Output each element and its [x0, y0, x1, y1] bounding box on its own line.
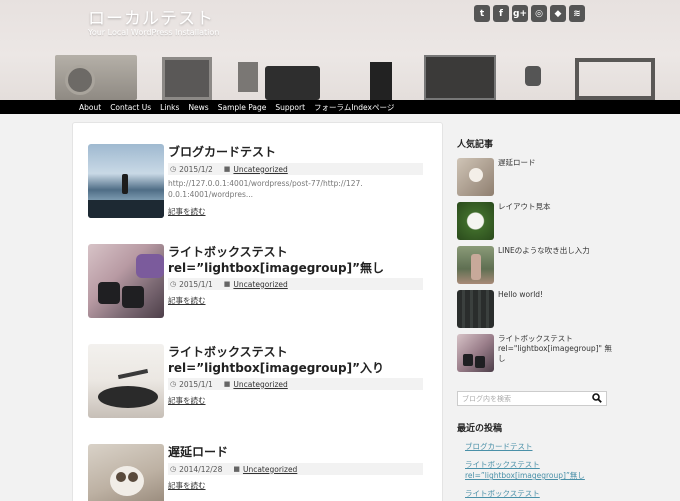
site-header: ローカルテスト Your Local WordPress Installatio… [0, 0, 680, 100]
post-date: 2014/12/28 [179, 464, 223, 474]
popular-label[interactable]: Hello world! [498, 290, 616, 300]
post-item: ライトボックステスト rel=”lightbox[imagegroup]”無し … [88, 244, 433, 324]
post-meta: ◷ 2015/1/1 ■ Uncategorized [168, 278, 423, 290]
popular-item[interactable]: 遅延ロード [457, 158, 617, 196]
feedly-icon[interactable]: ◆ [550, 5, 566, 22]
post-title[interactable]: ライトボックステスト rel=”lightbox[imagegroup]”入り [168, 344, 433, 376]
post-date: 2015/1/1 [179, 379, 213, 389]
post-meta: ◷ 2014/12/28 ■ Uncategorized [168, 463, 423, 475]
post-list: ブログカードテスト ◷ 2015/1/2 ■ Uncategorized htt… [72, 122, 443, 501]
nav-items: About Contact Us Links News Sample Page Suppo… [79, 100, 394, 114]
main-nav: About Contact Us Links News Sample Page Suppo… [0, 100, 680, 114]
nav-item[interactable]: Sample Page [218, 103, 267, 112]
header-photo-part6 [525, 66, 541, 86]
search-box[interactable]: ブログ内を検索 [457, 391, 607, 406]
nav-item[interactable]: Support [275, 103, 305, 112]
post-title[interactable]: ライトボックステスト rel=”lightbox[imagegroup]”無し [168, 244, 433, 276]
popular-thumbnail[interactable] [457, 334, 494, 372]
clock-icon: ◷ [170, 280, 177, 288]
header-photo-lens [65, 65, 95, 95]
post-title[interactable]: 遅延ロード [168, 444, 433, 460]
post-excerpt: http://127.0.0.1:4001/wordpress/post-77/… [168, 179, 363, 199]
recent-item[interactable]: ブログカードテスト [465, 441, 605, 452]
site-title[interactable]: ローカルテスト [88, 4, 214, 29]
nav-item[interactable]: Links [160, 103, 179, 112]
popular-thumbnail[interactable] [457, 202, 494, 240]
popular-item[interactable]: LINEのような吹き出し入力 [457, 246, 617, 284]
post-item: ブログカードテスト ◷ 2015/1/2 ■ Uncategorized htt… [88, 144, 433, 224]
header-photo-part3 [265, 66, 320, 100]
read-more-link[interactable]: 記事を読む [168, 295, 206, 306]
folder-icon: ■ [223, 165, 231, 173]
social-icons: t f g+ ◎ ◆ ≋ [474, 5, 585, 22]
facebook-icon[interactable]: f [493, 5, 509, 22]
google-plus-icon[interactable]: g+ [512, 5, 528, 22]
post-category[interactable]: Uncategorized [233, 280, 287, 289]
post-thumbnail[interactable] [88, 444, 164, 501]
popular-label[interactable]: レイアウト見本 [498, 202, 616, 212]
post-category[interactable]: Uncategorized [243, 465, 297, 474]
post-thumbnail[interactable] [88, 344, 164, 418]
read-more-link[interactable]: 記事を読む [168, 480, 206, 491]
twitter-icon[interactable]: t [474, 5, 490, 22]
nav-item[interactable]: フォーラムIndexページ [314, 102, 394, 113]
popular-label[interactable]: ライトボックステスト rel="lightbox[imagegroup]" 無し [498, 334, 616, 364]
post-thumbnail[interactable] [88, 144, 164, 218]
header-photo-part7 [575, 58, 655, 100]
post-thumbnail[interactable] [88, 244, 164, 318]
header-photo-part2 [238, 62, 258, 92]
search-input[interactable]: ブログ内を検索 [462, 394, 511, 404]
post-category[interactable]: Uncategorized [233, 380, 287, 389]
recent-item[interactable]: ライトボックステスト rel=”lightbox[imagegroup]”無し [465, 459, 605, 481]
popular-label[interactable]: LINEのような吹き出し入力 [498, 246, 616, 256]
popular-thumbnail[interactable] [457, 246, 494, 284]
recent-heading: 最近の投稿 [457, 424, 503, 434]
nav-item[interactable]: News [188, 103, 208, 112]
post-meta: ◷ 2015/1/2 ■ Uncategorized [168, 163, 423, 175]
post-item: 遅延ロード ◷ 2014/12/28 ■ Uncategorized 記事を読む [88, 444, 433, 501]
folder-icon: ■ [223, 280, 231, 288]
post-category[interactable]: Uncategorized [233, 165, 287, 174]
site-description: Your Local WordPress Installation [88, 28, 220, 37]
instagram-icon[interactable]: ◎ [531, 5, 547, 22]
read-more-link[interactable]: 記事を読む [168, 395, 206, 406]
post-meta: ◷ 2015/1/1 ■ Uncategorized [168, 378, 423, 390]
clock-icon: ◷ [170, 380, 177, 388]
popular-item[interactable]: Hello world! [457, 290, 617, 328]
popular-item[interactable]: レイアウト見本 [457, 202, 617, 240]
popular-thumbnail[interactable] [457, 158, 494, 196]
popular-heading: 人気記事 [457, 140, 494, 150]
header-photo-part5 [424, 55, 496, 100]
popular-label[interactable]: 遅延ロード [498, 158, 616, 168]
folder-icon: ■ [233, 465, 240, 473]
post-title[interactable]: ブログカードテスト [168, 144, 433, 160]
post-date: 2015/1/1 [179, 279, 213, 289]
popular-thumbnail[interactable] [457, 290, 494, 328]
search-icon[interactable] [592, 393, 602, 403]
nav-item[interactable]: Contact Us [110, 103, 151, 112]
recent-item[interactable]: ライトボックステスト [465, 488, 605, 499]
header-photo-part1 [162, 57, 212, 100]
rss-icon[interactable]: ≋ [569, 5, 585, 22]
nav-item[interactable]: About [79, 103, 101, 112]
clock-icon: ◷ [170, 165, 177, 173]
post-date: 2015/1/2 [179, 164, 213, 174]
header-photo-part4 [370, 62, 392, 100]
post-item: ライトボックステスト rel=”lightbox[imagegroup]”入り … [88, 344, 433, 424]
clock-icon: ◷ [170, 465, 177, 473]
popular-item[interactable]: ライトボックステスト rel="lightbox[imagegroup]" 無し [457, 334, 617, 372]
read-more-link[interactable]: 記事を読む [168, 206, 206, 217]
folder-icon: ■ [223, 380, 231, 388]
